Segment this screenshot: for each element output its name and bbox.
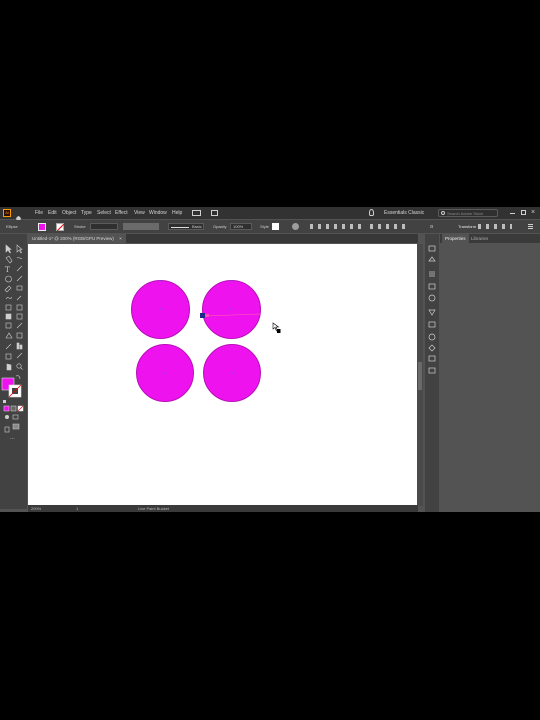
- style-label: Style: [260, 224, 269, 229]
- distribute-icons-group[interactable]: [370, 224, 408, 229]
- stock-search-placeholder: Search Adobe Stock: [447, 211, 484, 216]
- home-icon[interactable]: [15, 209, 22, 222]
- graphic-style-swatch[interactable]: [272, 223, 279, 230]
- panel-tabs: Properties Libraries: [440, 234, 540, 243]
- menu-help[interactable]: Help: [172, 207, 182, 219]
- control-bar: Ellipse Stroke Basic Opacity 100% Style …: [0, 220, 540, 233]
- maximize-button[interactable]: [521, 210, 526, 215]
- menu-bar: Ai File Edit Object Type Select Effect V…: [0, 207, 540, 222]
- app-logo-icon: Ai: [3, 209, 11, 217]
- svg-text:···: ···: [10, 436, 15, 442]
- vertical-scrollbar[interactable]: [417, 244, 423, 506]
- opacity-field[interactable]: 100%: [230, 223, 252, 230]
- status-bar: 200% 1 Live Paint Bucket: [28, 505, 418, 512]
- brush-label: Basic: [192, 224, 202, 229]
- magenta-circle-3[interactable]: [136, 344, 194, 402]
- properties-panel: Properties Libraries: [440, 234, 540, 512]
- illustrator-window: Ai File Edit Object Type Select Effect V…: [0, 207, 540, 512]
- panel-icon-strip: [425, 234, 439, 512]
- menu-edit[interactable]: Edit: [48, 207, 57, 219]
- zoom-level[interactable]: 200%: [31, 505, 41, 512]
- menu-file[interactable]: File: [35, 207, 43, 219]
- transform-icons-group[interactable]: [478, 224, 512, 229]
- stroke-label: Stroke: [74, 224, 86, 229]
- tools-icons[interactable]: T ···: [0, 234, 27, 509]
- minimize-button[interactable]: [510, 213, 515, 214]
- artboard-number[interactable]: 1: [76, 505, 78, 512]
- selection-type-label: Ellipse: [6, 224, 18, 229]
- stock-search-field[interactable]: Search Adobe Stock: [438, 209, 498, 217]
- magenta-circle-1[interactable]: [131, 280, 190, 339]
- magenta-circle-4[interactable]: [203, 344, 261, 402]
- document-tab-title: Untitled-1* @ 200% (RGB/GPU Preview): [32, 236, 114, 241]
- scroll-thumb[interactable]: [418, 362, 422, 390]
- align-label[interactable]: ⊟: [430, 220, 433, 233]
- tab-properties[interactable]: Properties: [442, 234, 469, 243]
- menu-select[interactable]: Select: [97, 207, 111, 219]
- panel-menu-icon[interactable]: [528, 224, 533, 229]
- search-icon: [441, 211, 445, 215]
- hand-cursor-icon: [272, 321, 282, 333]
- magenta-circle-2[interactable]: [202, 280, 261, 339]
- menu-object[interactable]: Object: [62, 207, 76, 219]
- brush-stroke-preview-icon: [171, 227, 189, 228]
- tools-panel: T ···: [0, 234, 27, 509]
- menu-effect[interactable]: Effect: [115, 207, 128, 219]
- svg-text:T: T: [5, 266, 10, 274]
- status-text: Live Paint Bucket: [138, 506, 169, 511]
- panel-icons[interactable]: [425, 234, 439, 512]
- close-button[interactable]: ×: [531, 208, 535, 217]
- transform-label[interactable]: Transform: [458, 220, 476, 233]
- tab-libraries[interactable]: Libraries: [468, 234, 491, 243]
- opacity-label[interactable]: Opacity: [213, 220, 227, 233]
- workspace-switcher[interactable]: Essentials Classic: [384, 207, 424, 219]
- menu-window[interactable]: Window: [149, 207, 167, 219]
- variable-width-profile[interactable]: [123, 223, 159, 230]
- menu-type[interactable]: Type: [81, 207, 92, 219]
- fill-color-swatch[interactable]: [38, 223, 46, 231]
- recolor-artwork-icon[interactable]: [292, 223, 299, 230]
- document-tab[interactable]: Untitled-1* @ 200% (RGB/GPU Preview) ×: [28, 234, 126, 243]
- document-tab-bar: Untitled-1* @ 200% (RGB/GPU Preview) ×: [28, 234, 418, 243]
- share-icon[interactable]: [211, 210, 218, 216]
- stroke-weight-field[interactable]: [90, 223, 118, 230]
- stroke-color-swatch[interactable]: [56, 223, 64, 231]
- opacity-value: 100%: [233, 224, 244, 229]
- align-icons-group[interactable]: [310, 224, 362, 229]
- artboard-canvas[interactable]: [28, 244, 417, 506]
- lightbulb-icon[interactable]: [369, 209, 374, 216]
- brush-definition-dropdown[interactable]: Basic: [168, 223, 204, 230]
- menu-view[interactable]: View: [134, 207, 145, 219]
- arrange-documents-icon[interactable]: [192, 210, 201, 216]
- close-tab-icon[interactable]: ×: [119, 236, 122, 241]
